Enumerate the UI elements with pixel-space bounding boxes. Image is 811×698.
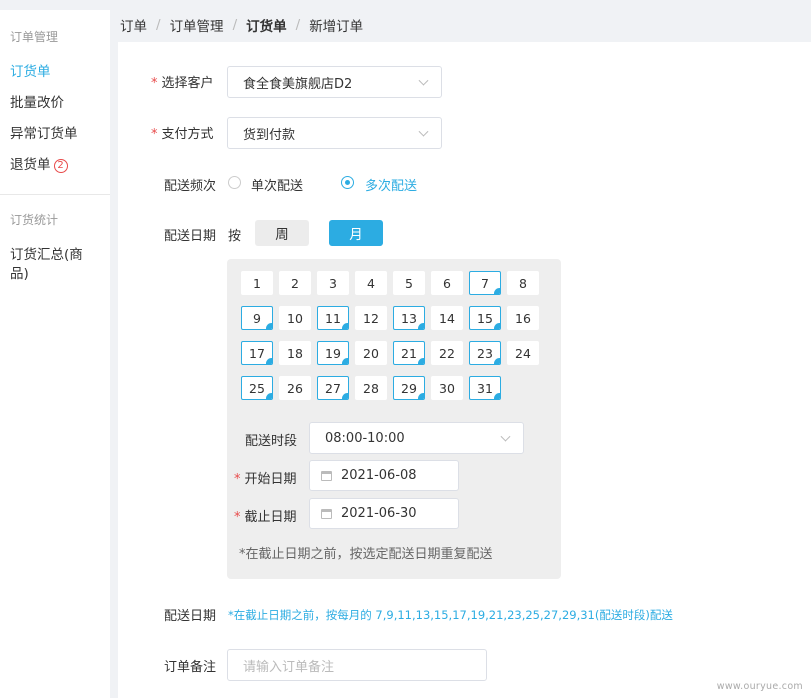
day-cell-24[interactable]: 24 [507, 341, 539, 365]
start-date-input[interactable]: 2021-06-08 [309, 460, 459, 491]
sidebar-group-order-stats: 订货统计 [10, 213, 59, 227]
day-cell-12[interactable]: 12 [355, 306, 387, 330]
end-date-input[interactable]: 2021-06-30 [309, 498, 459, 529]
day-cell-4[interactable]: 4 [355, 271, 387, 295]
breadcrumb-separator: / [232, 17, 238, 33]
chevron-down-icon [500, 431, 511, 442]
day-cell-25[interactable]: 25 [241, 376, 273, 400]
day-cell-10[interactable]: 10 [279, 306, 311, 330]
sidebar-group-order-management: 订单管理 [10, 30, 59, 44]
day-cell-30[interactable]: 30 [431, 376, 463, 400]
day-cell-21[interactable]: 21 [393, 341, 425, 365]
day-cell-16[interactable]: 16 [507, 306, 539, 330]
radio-multiple-delivery-label[interactable]: 多次配送 [365, 175, 417, 194]
new-order-form: * 选择客户 食全食美旗舰店D2 * 支付方式 货到付款 配送频次 单次配送 多次配… [118, 42, 811, 698]
day-cell-8[interactable]: 8 [507, 271, 539, 295]
breadcrumb-order-goods[interactable]: 订货单 [246, 15, 287, 35]
sidebar: 订单管理 订货单 批量改价 异常订货单 退货单 2 订货统计 订货汇总(商 品) [0, 10, 110, 698]
watermark: www.ouryue.com [716, 681, 803, 692]
payment-select[interactable]: 货到付款 [227, 117, 442, 149]
breadcrumb-separator: / [156, 17, 161, 33]
day-cell-17[interactable]: 17 [241, 341, 273, 365]
required-mark: * [234, 510, 241, 525]
day-cell-7[interactable]: 7 [469, 271, 501, 295]
mode-month-button[interactable]: 月 [329, 220, 383, 246]
day-cell-3[interactable]: 3 [317, 271, 349, 295]
chevron-down-icon [418, 75, 429, 86]
day-cell-20[interactable]: 20 [355, 341, 387, 365]
customer-select[interactable]: 食全食美旗舰店D2 [227, 66, 442, 98]
delivery-slot-value: 08:00-10:00 [325, 430, 405, 446]
payment-select-value: 货到付款 [243, 127, 296, 143]
day-cell-15[interactable]: 15 [469, 306, 501, 330]
delivery-frequency-label: 配送频次 [164, 179, 217, 194]
delivery-date-summary-label: 配送日期 [164, 609, 217, 624]
delivery-date-summary-text: *在截止日期之前，按每月的 7,9,11,13,15,17,19,21,23,2… [228, 608, 673, 622]
radio-single-delivery[interactable] [228, 176, 241, 189]
required-mark: * [234, 472, 241, 487]
payment-label: * 支付方式 [151, 127, 214, 142]
breadcrumb-order-management[interactable]: 订单管理 [170, 15, 224, 35]
day-cell-19[interactable]: 19 [317, 341, 349, 365]
sidebar-divider [0, 194, 110, 195]
end-date-label: * 截止日期 [234, 510, 297, 525]
end-date-value: 2021-06-30 [341, 506, 417, 521]
breadcrumb: 订单 / 订单管理 / 订货单 / 新增订单 [120, 15, 363, 35]
start-date-value: 2021-06-08 [341, 468, 417, 483]
calendar-icon [321, 470, 332, 481]
day-cell-18[interactable]: 18 [279, 341, 311, 365]
sidebar-item-abnormal-orders[interactable]: 异常订货单 [0, 122, 78, 142]
breadcrumb-new-order: 新增订单 [309, 19, 364, 35]
sidebar-item-batch-price[interactable]: 批量改价 [0, 91, 64, 111]
delivery-date-label: 配送日期 [164, 229, 217, 244]
day-cell-29[interactable]: 29 [393, 376, 425, 400]
day-cell-27[interactable]: 27 [317, 376, 349, 400]
order-remark-label: 订单备注 [164, 660, 217, 675]
day-cell-1[interactable]: 1 [241, 271, 273, 295]
mode-week-button[interactable]: 周 [255, 220, 309, 246]
required-mark: * [151, 76, 158, 91]
day-cell-13[interactable]: 13 [393, 306, 425, 330]
sidebar-item-order-summary-line1[interactable]: 订货汇总(商 [0, 243, 83, 263]
breadcrumb-order[interactable]: 订单 [120, 15, 147, 35]
day-cell-28[interactable]: 28 [355, 376, 387, 400]
day-cell-5[interactable]: 5 [393, 271, 425, 295]
start-date-label: * 开始日期 [234, 472, 297, 487]
radio-single-delivery-label[interactable]: 单次配送 [251, 175, 303, 194]
sidebar-item-order-goods[interactable]: 订货单 [0, 60, 51, 80]
order-remark-placeholder: 请输入订单备注 [243, 659, 335, 675]
required-mark: * [151, 127, 158, 142]
customer-label: * 选择客户 [151, 76, 214, 91]
day-cell-14[interactable]: 14 [431, 306, 463, 330]
calendar-icon [321, 508, 332, 519]
month-day-picker-panel: 1 2 3 4 5 6 7 8 9 10 11 12 13 14 15 16 17 18 19 20 21 22 23 24 2… [227, 259, 561, 579]
sidebar-item-order-summary-line2[interactable]: 品) [0, 262, 29, 282]
sidebar-item-returns[interactable]: 退货单 2 [0, 153, 68, 173]
returns-count-badge: 2 [53, 159, 68, 173]
day-cell-9[interactable]: 9 [241, 306, 273, 330]
by-label: 按 [228, 229, 242, 244]
sidebar-item-returns-label: 退货单 [10, 157, 51, 173]
repeat-delivery-hint: *在截止日期之前，按选定配送日期重复配送 [239, 547, 493, 562]
day-cell-11[interactable]: 11 [317, 306, 349, 330]
day-cell-2[interactable]: 2 [279, 271, 311, 295]
day-cell-31[interactable]: 31 [469, 376, 501, 400]
breadcrumb-separator: / [295, 17, 301, 33]
delivery-slot-select[interactable]: 08:00-10:00 [309, 422, 524, 454]
day-cell-23[interactable]: 23 [469, 341, 501, 365]
day-cell-26[interactable]: 26 [279, 376, 311, 400]
order-remark-input[interactable]: 请输入订单备注 [227, 649, 487, 681]
day-cell-6[interactable]: 6 [431, 271, 463, 295]
delivery-slot-label: 配送时段 [245, 434, 298, 449]
radio-multiple-delivery[interactable] [341, 176, 354, 189]
day-cell-22[interactable]: 22 [431, 341, 463, 365]
customer-select-value: 食全食美旗舰店D2 [243, 76, 353, 92]
chevron-down-icon [418, 126, 429, 137]
